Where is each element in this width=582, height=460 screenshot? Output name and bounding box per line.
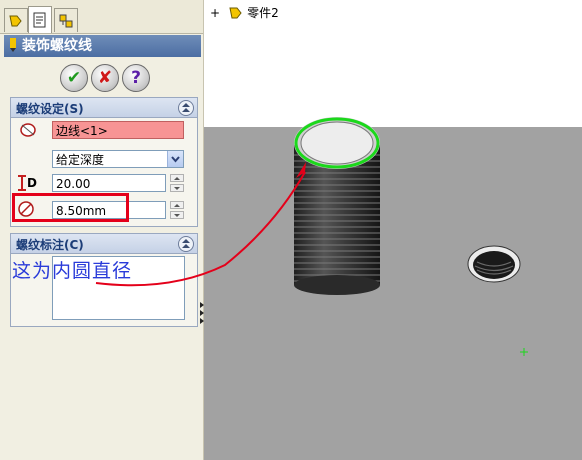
end-condition-select[interactable]: 给定深度 xyxy=(52,150,184,168)
ok-button[interactable]: ✔ xyxy=(60,64,88,92)
feature-manager-tab[interactable] xyxy=(4,8,28,32)
depth-icon xyxy=(18,175,26,191)
pin-icon xyxy=(10,38,16,52)
end-condition-value: 给定深度 xyxy=(56,153,105,167)
edge-selection-field[interactable]: 边线<1> xyxy=(52,121,184,139)
property-sheet-icon xyxy=(33,12,46,28)
depth-label: D xyxy=(27,176,37,190)
edge-select-icon xyxy=(20,123,36,137)
thread-callout-heading: 螺纹标注(C) xyxy=(16,238,84,252)
configuration-manager-tab[interactable] xyxy=(54,8,78,32)
depth-spinner[interactable] xyxy=(170,174,184,192)
origin-marker xyxy=(520,348,528,356)
panel-title: 装饰螺纹线 xyxy=(22,38,92,54)
property-manager: 装饰螺纹线 ✔ ✘ ? 螺纹设定(S) 边线<1> 给定深度 D 20.00 8… xyxy=(0,0,204,460)
model-view xyxy=(294,117,528,356)
manager-tabs xyxy=(0,0,203,34)
graphics-viewport[interactable]: + 零件2 xyxy=(204,0,582,460)
collapse-icon[interactable] xyxy=(178,100,194,116)
threaded-cylinder[interactable] xyxy=(294,117,380,295)
threaded-hole[interactable] xyxy=(467,245,521,283)
configuration-icon xyxy=(59,14,73,27)
collapse-icon[interactable] xyxy=(178,236,194,252)
thread-settings-heading: 螺纹设定(S) xyxy=(16,102,84,116)
chevron-down-icon[interactable] xyxy=(167,151,183,167)
diameter-spinner[interactable] xyxy=(170,201,184,219)
cancel-button[interactable]: ✘ xyxy=(91,64,119,92)
thread-settings-header[interactable]: 螺纹设定(S) xyxy=(11,98,197,118)
depth-input[interactable]: 20.00 xyxy=(52,174,166,192)
feature-tree-icon xyxy=(9,15,22,26)
panel-header: 装饰螺纹线 xyxy=(4,35,201,57)
property-manager-tab[interactable] xyxy=(28,6,52,33)
thread-callout-header[interactable]: 螺纹标注(C) xyxy=(11,234,197,254)
help-button[interactable]: ? xyxy=(122,64,150,92)
diameter-highlight-box xyxy=(12,193,129,222)
annotation-text: 这为内圆直径 xyxy=(12,260,133,282)
